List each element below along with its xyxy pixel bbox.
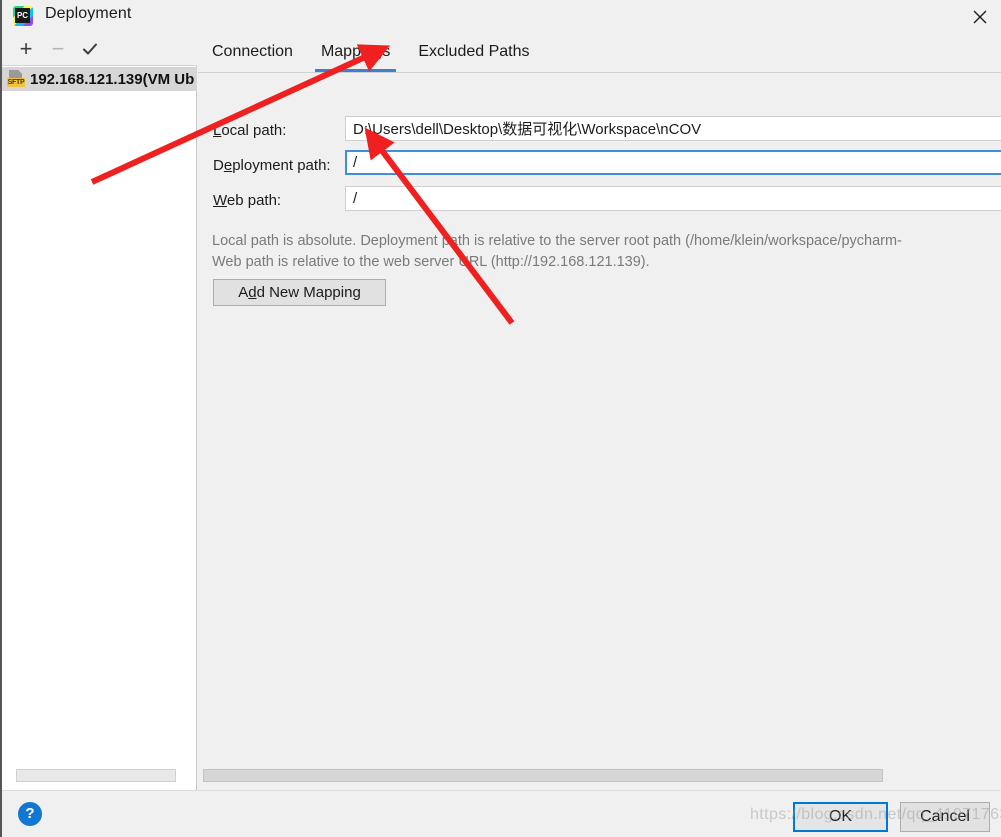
local-path-label-row: Local path: bbox=[213, 118, 286, 142]
web-path-input[interactable]: / bbox=[345, 186, 1001, 211]
add-new-mapping-button[interactable]: Add New Mapping bbox=[213, 279, 386, 306]
sftp-badge-label: SFTP bbox=[7, 78, 25, 87]
deployment-path-value: / bbox=[353, 154, 358, 171]
dialog-footer: ? OK Cancel bbox=[2, 790, 1001, 837]
title-bar: PC Deployment bbox=[2, 0, 1001, 33]
tab-connection[interactable]: Connection bbox=[198, 32, 307, 72]
tab-bar: Connection Mappings Excluded Paths bbox=[198, 33, 1001, 73]
ok-button-label: OK bbox=[828, 808, 853, 825]
pycharm-icon-label: PC bbox=[15, 8, 30, 23]
web-path-value: / bbox=[353, 190, 358, 207]
deployment-path-input[interactable]: / bbox=[345, 150, 1001, 175]
server-item-label: 192.168.121.139(VM Ub bbox=[30, 70, 195, 88]
add-new-mapping-label: Add New Mapping bbox=[238, 284, 361, 301]
plus-icon: + bbox=[19, 36, 33, 61]
hint-line-2: Web path is relative to the web server U… bbox=[212, 254, 650, 270]
use-as-default-button[interactable] bbox=[74, 35, 106, 63]
deployment-path-label: Deployment path: bbox=[213, 156, 331, 174]
hint-line-1: Local path is absolute. Deployment path … bbox=[212, 233, 902, 249]
tab-connection-label: Connection bbox=[212, 43, 293, 60]
cancel-button-label: Cancel bbox=[920, 808, 970, 825]
add-server-button[interactable]: + bbox=[10, 35, 42, 63]
tab-mappings-label: Mappings bbox=[320, 43, 391, 60]
minus-icon: − bbox=[51, 36, 65, 61]
servers-toolbar: + − bbox=[2, 33, 197, 66]
left-horizontal-scrollbar[interactable] bbox=[16, 769, 176, 782]
ok-button[interactable]: OK bbox=[793, 802, 888, 832]
server-item[interactable]: SFTP 192.168.121.139(VM Ub bbox=[2, 67, 197, 91]
edge-marker bbox=[0, 168, 2, 184]
cancel-button[interactable]: Cancel bbox=[900, 802, 990, 832]
tab-excluded-paths[interactable]: Excluded Paths bbox=[404, 32, 543, 72]
window-title: Deployment bbox=[45, 5, 132, 22]
mappings-form: Local path: D:\Users\dell\Desktop\数据可视化\… bbox=[198, 74, 1001, 790]
check-icon bbox=[83, 43, 97, 55]
settings-panel: Connection Mappings Excluded Paths Local… bbox=[198, 33, 1001, 790]
help-icon[interactable]: ? bbox=[18, 802, 42, 826]
pycharm-icon: PC bbox=[13, 6, 33, 26]
sftp-file-icon: SFTP bbox=[7, 70, 25, 88]
deployment-path-label-row: Deployment path: bbox=[213, 153, 331, 177]
web-path-label-row: Web path: bbox=[213, 188, 281, 212]
form-horizontal-scrollbar[interactable] bbox=[203, 769, 883, 782]
tab-mappings[interactable]: Mappings bbox=[307, 32, 404, 72]
local-path-input[interactable]: D:\Users\dell\Desktop\数据可视化\Workspace\nC… bbox=[345, 116, 1001, 141]
tab-excluded-paths-label: Excluded Paths bbox=[418, 43, 530, 60]
servers-panel: + − SFTP 192.168.121.139(VM Ub bbox=[2, 33, 197, 790]
local-path-label: Local path: bbox=[213, 121, 287, 139]
remove-server-button[interactable]: − bbox=[42, 35, 74, 63]
close-icon[interactable] bbox=[957, 0, 1001, 33]
local-path-value: D:\Users\dell\Desktop\数据可视化\Workspace\nC… bbox=[353, 121, 702, 138]
deployment-dialog: PC Deployment + − SFTP 192.168.121.139(V… bbox=[0, 0, 1001, 837]
web-path-label: Web path: bbox=[213, 191, 282, 209]
